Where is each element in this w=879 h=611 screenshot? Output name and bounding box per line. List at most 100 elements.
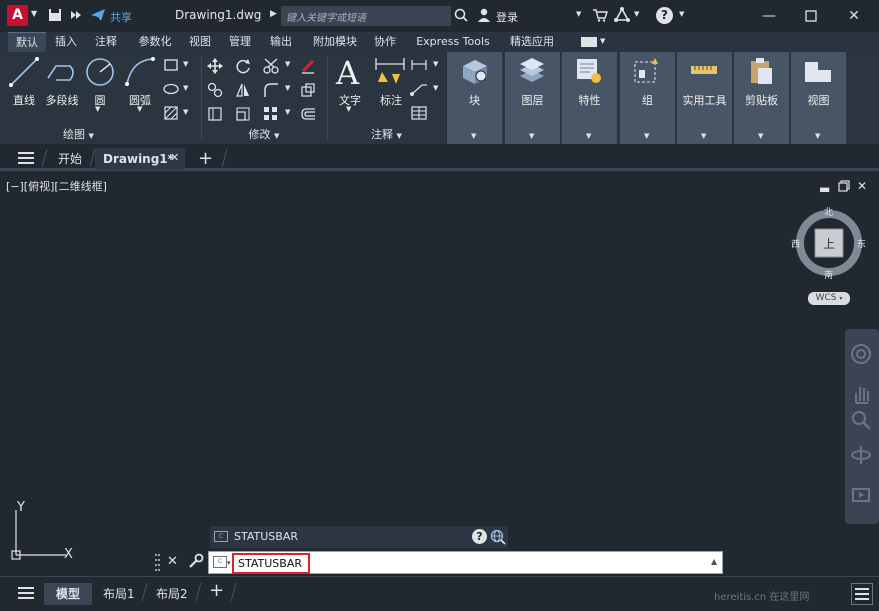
viewcube-top-face[interactable]: 上 — [823, 235, 835, 252]
block-expand-icon[interactable]: ▼ — [471, 132, 476, 140]
customize-statusbar-icon[interactable] — [851, 583, 873, 605]
trim-dropdown-icon[interactable]: ▼ — [285, 60, 290, 68]
utilities-expand-icon[interactable]: ▼ — [701, 132, 706, 140]
tab-model[interactable]: 模型 — [44, 583, 92, 605]
cart-icon[interactable] — [592, 8, 608, 25]
showmotion-icon[interactable] — [850, 484, 872, 509]
tab-layout2[interactable]: 布局2 — [156, 583, 188, 605]
user-icon[interactable] — [477, 8, 491, 25]
groups-panel[interactable]: 组 ▼ — [620, 52, 675, 144]
scale-icon[interactable] — [235, 106, 251, 125]
leader-icon[interactable] — [410, 82, 428, 99]
drawing-canvas[interactable]: [−][俯视][二维线框] ▬ ✕ 上 北 南 西 东 WCS ▾ Y X — [0, 174, 879, 574]
tab-addins[interactable]: 附加模块 — [308, 32, 362, 52]
command-recent-dropdown-icon[interactable]: ▾ — [227, 559, 231, 567]
compass-south[interactable]: 南 — [824, 268, 833, 281]
modify-expand-icon[interactable]: ▼ — [274, 132, 279, 140]
array-icon[interactable] — [263, 106, 279, 125]
help-dropdown-icon[interactable]: ▼ — [679, 10, 684, 18]
layout-menu-icon[interactable] — [18, 586, 34, 603]
fillet-dropdown-icon[interactable]: ▼ — [285, 84, 290, 92]
stretch-icon[interactable] — [207, 106, 223, 125]
tab-manage[interactable]: 管理 — [224, 32, 256, 52]
command-grip-icon[interactable] — [155, 553, 161, 574]
close-tab-icon[interactable]: ✕ — [170, 151, 179, 164]
command-history-toggle-icon[interactable]: ▲ — [711, 557, 717, 566]
tab-layout1[interactable]: 布局1 — [103, 583, 135, 605]
array-dropdown-icon[interactable]: ▼ — [285, 108, 290, 116]
groups-expand-icon[interactable]: ▼ — [644, 132, 649, 140]
steering-wheel-icon[interactable] — [850, 343, 872, 368]
command-customize-icon[interactable] — [188, 553, 204, 572]
ribbon-display-dropdown-icon[interactable]: ▼ — [600, 37, 605, 45]
command-web-search-icon[interactable] — [490, 529, 506, 548]
explode-icon[interactable] — [300, 82, 316, 101]
arc-dropdown-icon[interactable]: ▼ — [137, 105, 142, 113]
hatch-dropdown-icon[interactable]: ▼ — [183, 108, 188, 116]
erase-icon[interactable] — [300, 58, 316, 77]
compass-north[interactable]: 北 — [824, 205, 833, 218]
clipboard-panel[interactable]: 剪贴板 ▼ — [734, 52, 789, 144]
rotate-icon[interactable] — [235, 58, 251, 77]
ribbon-display-icon[interactable] — [581, 37, 597, 47]
search-input[interactable]: 键入关键字或短语 — [281, 6, 451, 26]
share-icon[interactable] — [90, 8, 106, 25]
tab-collaborate[interactable]: 协作 — [369, 32, 401, 52]
search-icon[interactable] — [454, 8, 468, 25]
offset-icon[interactable] — [300, 106, 316, 125]
tab-insert[interactable]: 插入 — [50, 32, 82, 52]
zoom-extents-icon[interactable] — [850, 409, 872, 434]
save-icon[interactable] — [48, 8, 62, 25]
search-expand-icon[interactable]: ▶ — [270, 9, 277, 19]
linear-dim-icon[interactable] — [410, 58, 428, 75]
quick-access-more-icon[interactable] — [70, 8, 82, 25]
layers-panel[interactable]: 图层 ▼ — [505, 52, 560, 144]
draw-panel-title[interactable]: 绘图 ▼ — [0, 126, 157, 142]
modify-panel-title[interactable]: 修改 ▼ — [202, 126, 326, 142]
polyline-button[interactable]: 多段线 — [42, 92, 82, 108]
close-icon[interactable]: ✕ — [843, 6, 865, 26]
help-icon[interactable]: ? — [656, 7, 673, 24]
maximize-icon[interactable] — [800, 6, 822, 26]
command-recent-icon[interactable]: C — [213, 556, 227, 568]
login-button[interactable]: 登录 — [496, 9, 518, 25]
hamburger-menu-icon[interactable] — [18, 151, 34, 168]
new-tab-icon[interactable]: + — [198, 148, 213, 169]
trim-icon[interactable] — [263, 58, 281, 77]
tab-start[interactable]: 开始 — [58, 148, 82, 170]
command-input[interactable]: STATUSBAR — [238, 557, 302, 570]
properties-expand-icon[interactable]: ▼ — [586, 132, 591, 140]
draw-expand-icon[interactable]: ▼ — [89, 132, 94, 140]
command-help-icon[interactable]: ? — [472, 529, 487, 544]
wcs-menu[interactable]: WCS ▾ — [808, 292, 850, 305]
login-dropdown-icon[interactable]: ▼ — [576, 10, 581, 18]
minimize-icon[interactable]: — — [758, 6, 780, 26]
compass-west[interactable]: 西 — [791, 237, 800, 250]
mirror-icon[interactable] — [235, 82, 251, 101]
autocad-logo[interactable]: A — [7, 5, 28, 26]
annotation-expand-icon[interactable]: ▼ — [397, 132, 402, 140]
circle-dropdown-icon[interactable]: ▼ — [95, 105, 100, 113]
command-close-icon[interactable]: ✕ — [167, 554, 178, 569]
linear-dim-dropdown-icon[interactable]: ▼ — [433, 60, 438, 68]
rectangle-dropdown-icon[interactable]: ▼ — [183, 60, 188, 68]
tab-default[interactable]: 默认 — [8, 32, 46, 52]
properties-panel[interactable]: 特性 ▼ — [562, 52, 617, 144]
leader-dropdown-icon[interactable]: ▼ — [433, 84, 438, 92]
share-button[interactable]: 共享 — [110, 9, 132, 25]
viewport-close-icon[interactable]: ✕ — [857, 179, 867, 193]
utilities-panel[interactable]: 实用工具 ▼ — [677, 52, 732, 144]
tab-view[interactable]: 视图 — [184, 32, 216, 52]
text-dropdown-icon[interactable]: ▼ — [346, 105, 351, 113]
tab-annotate[interactable]: 注释 — [90, 32, 122, 52]
ellipse-icon[interactable] — [163, 82, 179, 99]
viewport-controls[interactable]: [−][俯视][二维线框] — [6, 178, 107, 194]
viewport-minimize-icon[interactable]: ▬ — [819, 182, 830, 196]
tab-express-tools[interactable]: Express Tools — [411, 32, 495, 52]
new-layout-icon[interactable]: + — [209, 580, 224, 601]
hatch-icon[interactable] — [163, 106, 179, 123]
tab-parametric[interactable]: 参数化 — [133, 32, 177, 52]
ellipse-dropdown-icon[interactable]: ▼ — [183, 84, 188, 92]
block-panel[interactable]: 块 ▼ — [447, 52, 502, 144]
fillet-icon[interactable] — [263, 82, 279, 101]
